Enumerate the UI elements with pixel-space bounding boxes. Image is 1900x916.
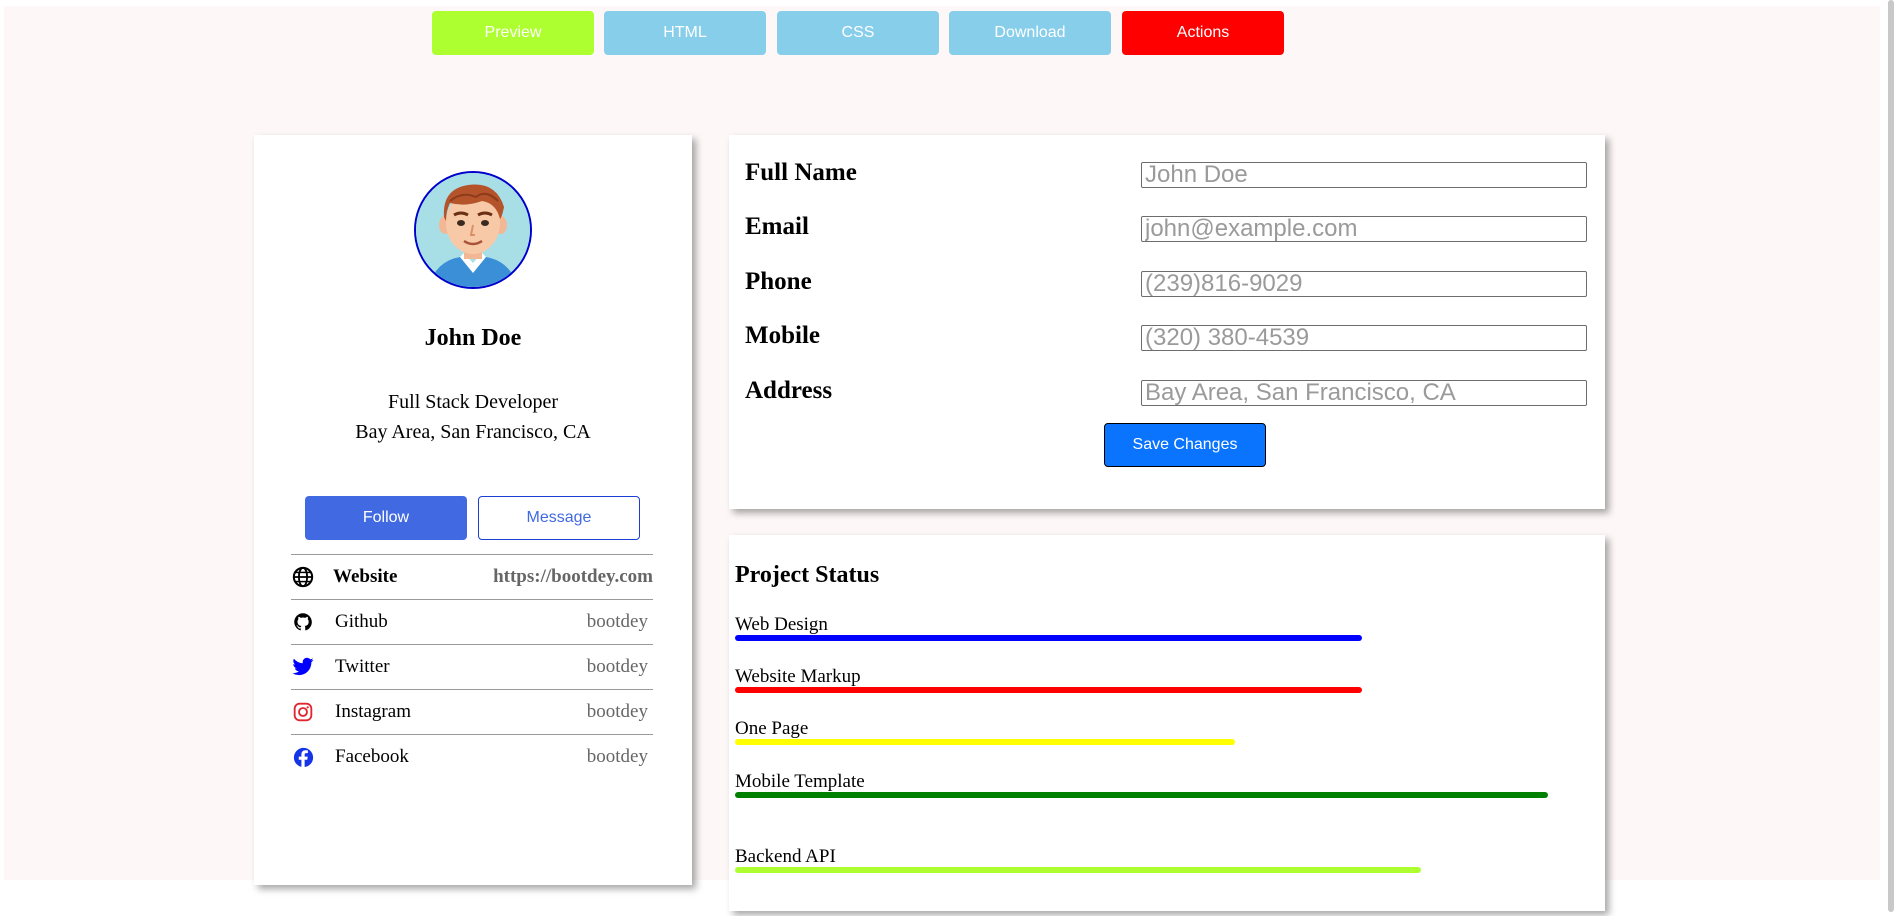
status-item-backend-api: Backend API: [735, 847, 1421, 873]
progress-bar: [735, 635, 1362, 641]
social-label-website: Website: [333, 566, 398, 587]
status-item-label: Website Markup: [735, 666, 861, 687]
social-value-twitter[interactable]: bootdey: [587, 656, 648, 678]
github-icon: [291, 610, 315, 634]
social-row-github[interactable]: Github bootdey: [291, 599, 653, 644]
email-field[interactable]: [1141, 216, 1587, 242]
social-value-facebook[interactable]: bootdey: [587, 746, 648, 768]
progress-bar: [735, 687, 1362, 693]
profile-card: John Doe Full Stack Developer Bay Area, …: [254, 135, 692, 885]
progress-bar: [735, 867, 1421, 873]
address-field[interactable]: [1141, 380, 1587, 406]
profile-role: Full Stack Developer: [388, 391, 558, 413]
social-value-website[interactable]: https://bootdey.com: [493, 566, 653, 588]
html-button[interactable]: HTML: [604, 11, 766, 55]
email-label: Email: [745, 213, 809, 240]
social-row-facebook[interactable]: Facebook bootdey: [291, 734, 653, 779]
phone-label: Phone: [745, 268, 812, 295]
profile-form-card: Full Name Email Phone Mobile Address Sav…: [729, 135, 1605, 509]
full-name-field[interactable]: [1141, 162, 1587, 188]
globe-icon: [291, 565, 315, 589]
social-label-instagram: Instagram: [335, 701, 411, 722]
status-item-label: Mobile Template: [735, 771, 865, 792]
address-label: Address: [745, 377, 833, 404]
phone-field[interactable]: [1141, 271, 1587, 297]
social-value-github[interactable]: bootdey: [587, 611, 648, 633]
status-item-one-page: One Page: [735, 719, 1235, 745]
download-button[interactable]: Download: [949, 11, 1111, 55]
mobile-label: Mobile: [745, 322, 820, 349]
css-button[interactable]: CSS: [777, 11, 939, 55]
status-item-website-markup: Website Markup: [735, 667, 1362, 693]
status-item-label: One Page: [735, 718, 809, 739]
social-row-twitter[interactable]: Twitter bootdey: [291, 644, 653, 689]
follow-button[interactable]: Follow: [305, 496, 467, 540]
preview-button[interactable]: Preview: [432, 11, 594, 55]
status-item-web-design: Web Design: [735, 615, 1362, 641]
project-status-card: Project Status Web Design Website Markup…: [729, 535, 1605, 911]
progress-bar: [735, 739, 1235, 745]
scrollbar-thumb[interactable]: [1888, 0, 1894, 912]
social-links-list: Website https://bootdey.com Github bootd…: [291, 554, 653, 779]
social-row-instagram[interactable]: Instagram bootdey: [291, 689, 653, 734]
progress-bar: [735, 792, 1548, 798]
social-value-instagram[interactable]: bootdey: [587, 701, 648, 723]
actions-button[interactable]: Actions: [1122, 11, 1284, 55]
social-label-github: Github: [335, 611, 388, 632]
social-label-twitter: Twitter: [335, 656, 390, 677]
avatar: [414, 171, 532, 289]
status-item-label: Web Design: [735, 614, 828, 635]
save-changes-button[interactable]: Save Changes: [1104, 423, 1266, 467]
full-name-label: Full Name: [745, 159, 857, 186]
status-item-label: Backend API: [735, 846, 836, 867]
instagram-icon: [291, 700, 315, 724]
social-label-facebook: Facebook: [335, 746, 409, 767]
project-status-title: Project Status: [735, 562, 880, 588]
message-button[interactable]: Message: [478, 496, 640, 540]
facebook-icon: [291, 745, 315, 769]
mobile-field[interactable]: [1141, 325, 1587, 351]
profile-name: John Doe: [424, 325, 522, 351]
status-item-mobile-template: Mobile Template: [735, 772, 1548, 798]
social-row-website[interactable]: Website https://bootdey.com: [291, 554, 653, 599]
twitter-icon: [291, 655, 315, 679]
profile-location: Bay Area, San Francisco, CA: [355, 421, 591, 443]
